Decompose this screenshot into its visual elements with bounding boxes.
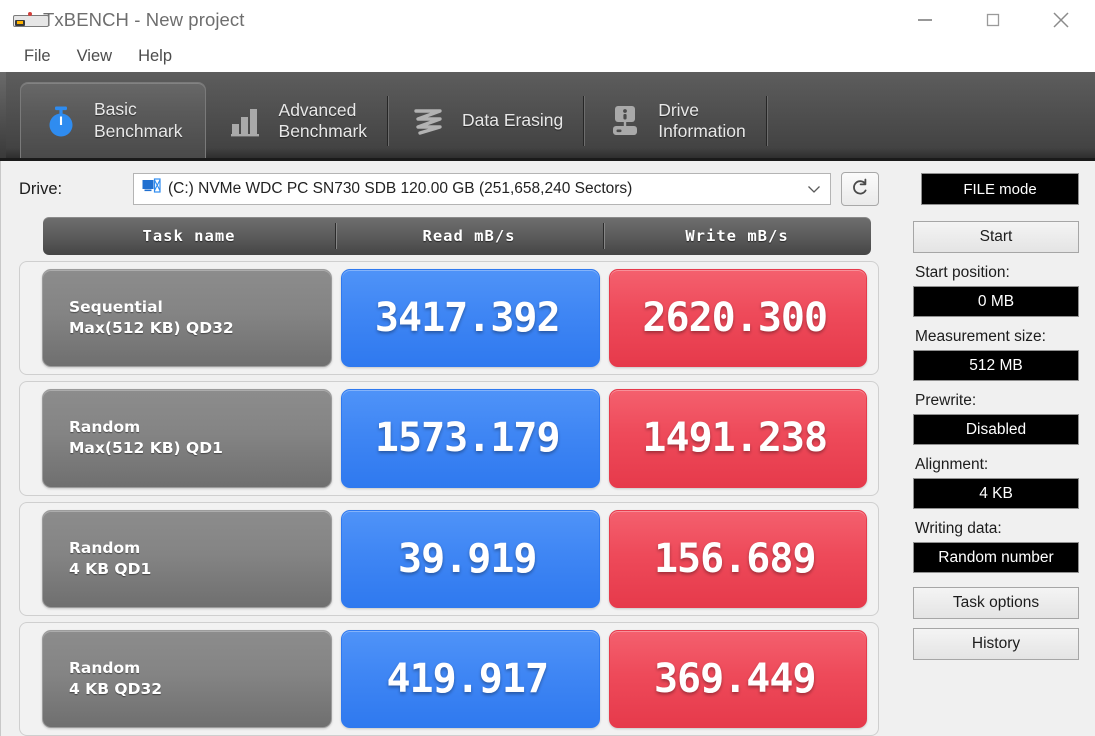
task-name-cell[interactable]: Random 4 KB QD32: [42, 629, 332, 728]
txbench-window: TxBENCH - New project File View Help Bas…: [0, 0, 1095, 736]
start-position-field[interactable]: 0 MB: [913, 286, 1079, 317]
tab-label-line1: Advanced: [278, 99, 357, 120]
task-name-line1: Random: [69, 658, 141, 677]
task-name-cell[interactable]: Random 4 KB QD1: [42, 509, 332, 608]
title-bar: TxBENCH - New project: [0, 0, 1095, 40]
title-bar-left: TxBENCH - New project: [0, 9, 891, 31]
tab-label-line1: Basic: [94, 99, 137, 120]
tab-basic-benchmark[interactable]: Basic Benchmark: [20, 82, 206, 158]
window-controls: [891, 0, 1095, 40]
refresh-icon: [849, 176, 871, 203]
read-value-cell: 419.917: [341, 629, 600, 728]
table-row: Random 4 KB QD1 39.919 156.689: [19, 501, 879, 616]
task-name-cell[interactable]: Sequential Max(512 KB) QD32: [42, 269, 332, 368]
close-button[interactable]: [1027, 0, 1095, 40]
task-name-line2: 4 KB QD32: [69, 679, 163, 698]
table-row: Random Max(512 KB) QD1 1573.179 1491.238: [19, 381, 879, 496]
writing-data-field[interactable]: Random number: [913, 542, 1079, 573]
task-name-line2: Max(512 KB) QD32: [69, 319, 234, 338]
read-value-cell: 3417.392: [341, 269, 600, 368]
tab-label-line2: Benchmark: [94, 120, 183, 141]
benchmark-body: Task name Read mB/s Write mB/s Sequentia…: [1, 217, 1095, 736]
tab-label-line1: Drive: [658, 99, 700, 120]
task-name-line2: 4 KB QD1: [69, 559, 152, 578]
writing-data-label: Writing data:: [915, 520, 1002, 537]
stopwatch-icon: [41, 101, 81, 141]
tab-basic-benchmark-label: Basic Benchmark: [94, 99, 183, 142]
write-value-cell: 2620.300: [608, 269, 867, 368]
table-rows: Sequential Max(512 KB) QD32 3417.392 262…: [19, 255, 879, 736]
history-button[interactable]: History: [913, 628, 1079, 660]
write-value-cell: 156.689: [608, 509, 867, 608]
task-name-line2: Max(512 KB) QD1: [69, 439, 223, 458]
tab-drive-information[interactable]: Drive Information: [585, 84, 768, 158]
drive-select[interactable]: (C:) NVMe WDC PC SN730 SDB 120.00 GB (25…: [133, 173, 831, 205]
write-value-cell: 1491.238: [608, 389, 867, 488]
alignment-field[interactable]: 4 KB: [913, 478, 1079, 509]
table-header-row: Task name Read mB/s Write mB/s: [43, 217, 871, 255]
column-header-read: Read mB/s: [335, 217, 603, 255]
measurement-size-field[interactable]: 512 MB: [913, 350, 1079, 381]
menu-item-file[interactable]: File: [12, 43, 63, 70]
results-table: Task name Read mB/s Write mB/s Sequentia…: [19, 217, 879, 736]
settings-sidebar: Start Start position: 0 MB Measurement s…: [879, 217, 1079, 736]
prewrite-label: Prewrite:: [915, 392, 977, 409]
task-name-line1: Random: [69, 538, 141, 557]
main-content: Drive: (C:) NVMe WDC PC SN730 SDB 120.00…: [0, 161, 1095, 736]
scribble-erase-icon: [409, 101, 449, 141]
tab-label-line1: Data Erasing: [462, 110, 564, 131]
tab-drive-information-label: Drive Information: [658, 100, 746, 143]
file-mode-button[interactable]: FILE mode: [921, 173, 1079, 205]
column-header-task-name: Task name: [142, 227, 236, 245]
tab-label-line2: Benchmark: [278, 121, 368, 141]
task-name-line1: Sequential: [69, 298, 163, 317]
write-value-cell: 369.449: [608, 629, 867, 728]
column-header-write: Write mB/s: [603, 217, 871, 255]
tab-advanced-benchmark-label: Advanced Benchmark: [279, 100, 368, 143]
start-button[interactable]: Start: [913, 221, 1079, 253]
read-value-cell: 39.919: [341, 509, 600, 608]
drive-label: Drive:: [19, 179, 63, 198]
tab-data-erasing[interactable]: Data Erasing: [389, 84, 586, 158]
minimize-button[interactable]: [891, 0, 959, 40]
task-name-cell[interactable]: Random Max(512 KB) QD1: [42, 389, 332, 488]
prewrite-field[interactable]: Disabled: [913, 414, 1079, 445]
drive-selector-row: Drive: (C:) NVMe WDC PC SN730 SDB 120.00…: [1, 161, 1095, 217]
measurement-size-label: Measurement size:: [915, 328, 1046, 345]
start-position-label: Start position:: [915, 264, 1010, 281]
task-name-line1: Random: [69, 418, 141, 437]
chevron-down-icon[interactable]: [802, 184, 826, 194]
maximize-button[interactable]: [959, 0, 1027, 40]
menu-item-help[interactable]: Help: [126, 43, 184, 70]
tab-bar: Basic Benchmark Advanced Benchmark Data …: [0, 72, 1095, 161]
tab-data-erasing-label: Data Erasing: [462, 110, 563, 131]
refresh-button[interactable]: [841, 172, 879, 206]
read-value-cell: 1573.179: [341, 389, 600, 488]
window-title: TxBENCH - New project: [43, 8, 245, 30]
tab-label-line2: Information: [658, 121, 746, 141]
app-drive-device-icon: [12, 11, 49, 29]
tab-advanced-benchmark[interactable]: Advanced Benchmark: [206, 84, 390, 158]
menu-item-view[interactable]: View: [65, 43, 124, 70]
bar-chart-icon: [226, 101, 266, 141]
task-options-button[interactable]: Task options: [913, 587, 1079, 619]
menu-bar: File View Help: [0, 40, 1095, 72]
alignment-label: Alignment:: [915, 456, 989, 473]
drive-info-icon: [605, 101, 645, 141]
table-row: Sequential Max(512 KB) QD32 3417.392 262…: [19, 261, 879, 376]
table-row: Random 4 KB QD32 419.917 369.449: [19, 621, 879, 736]
drive-selected-value: (C:) NVMe WDC PC SN730 SDB 120.00 GB (25…: [168, 180, 633, 197]
drive-select-icon: [142, 178, 161, 200]
